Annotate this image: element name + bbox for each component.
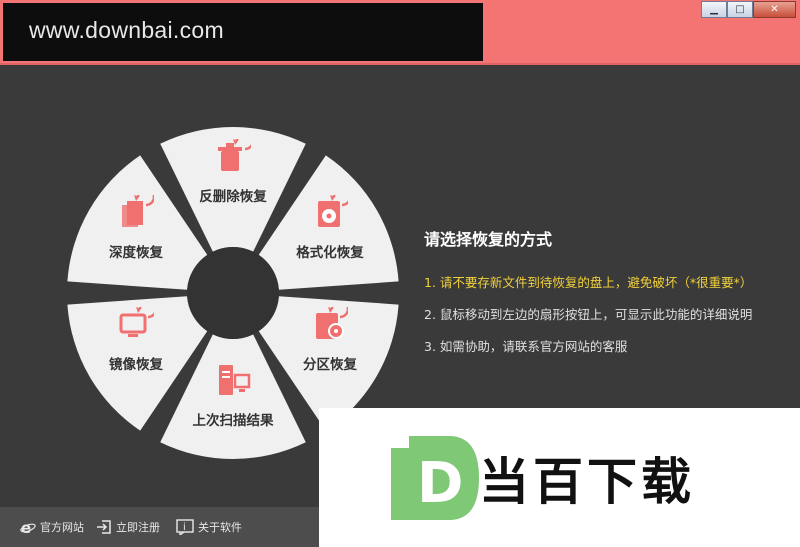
logo-banner: www.downbai.com	[3, 3, 483, 61]
login-icon	[97, 520, 111, 534]
register-label: 立即注册	[116, 521, 160, 534]
info-icon: i	[176, 519, 194, 535]
maximize-button[interactable]: □	[727, 1, 753, 18]
computer-scan-icon	[215, 363, 251, 403]
title-bar: www.downbai.com ▁ □ ✕	[0, 0, 800, 65]
disk-format-icon	[312, 187, 352, 235]
files-deep-icon	[118, 187, 156, 235]
wheel-segment-label: 分区恢复	[302, 357, 357, 373]
close-button[interactable]: ✕	[753, 1, 796, 18]
watermark-logo-letter: D	[417, 451, 463, 516]
wheel-segment-label: 深度恢复	[109, 245, 163, 261]
window-controls: ▁ □ ✕	[701, 1, 796, 18]
instructions-panel: 请选择恢复的方式 1. 请不要存新文件到待恢复的盘上，避免破坏（*很重要*） 2…	[424, 226, 752, 368]
ie-icon: e	[20, 519, 36, 535]
logo-text: www.downbai.com	[29, 17, 224, 43]
wheel-center	[187, 247, 279, 339]
official-website-label: 官方网站	[40, 521, 84, 534]
monitor-image-icon	[118, 299, 158, 347]
watermark-overlay: D 当百下载	[319, 408, 800, 547]
instruction-line-3: 3. 如需协助，请联系官方网站的客服	[424, 339, 628, 354]
watermark-text: 当百下载	[479, 453, 695, 511]
wheel-segment-label: 格式化恢复	[296, 245, 364, 261]
about-software-link[interactable]: i 关于软件	[176, 519, 242, 535]
register-link[interactable]: 立即注册	[96, 519, 160, 535]
wheel-segment-label: 上次扫描结果	[192, 413, 274, 429]
about-software-label: 关于软件	[198, 521, 242, 534]
instructions-title: 请选择恢复的方式	[424, 230, 553, 249]
wheel-segment-label: 镜像恢复	[109, 357, 163, 373]
svg-text:i: i	[183, 522, 186, 533]
official-website-link[interactable]: e 官方网站	[20, 519, 84, 535]
wheel-segment-label: 反删除恢复	[199, 189, 267, 205]
minimize-button[interactable]: ▁	[701, 1, 727, 18]
trash-restore-icon	[215, 131, 255, 179]
instruction-line-2: 2. 鼠标移动到左边的扇形按钮上，可显示此功能的详细说明	[424, 307, 753, 322]
instruction-line-1: 1. 请不要存新文件到待恢复的盘上，避免破坏（*很重要*）	[424, 275, 753, 290]
partition-icon	[312, 299, 350, 347]
